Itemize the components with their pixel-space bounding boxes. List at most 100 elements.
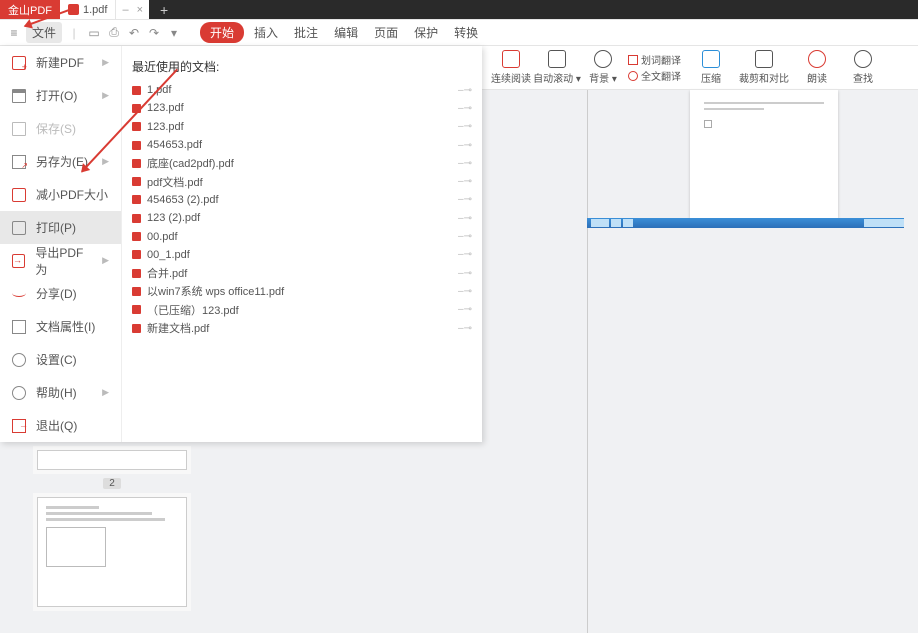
more-icon[interactable]: ▾ [166,26,182,40]
ico-exit-icon [12,419,26,433]
recent-document-5[interactable]: pdf文档.pdf –⊸ [132,172,472,190]
ico-reduce-icon [12,188,26,202]
pin-icon[interactable]: –⊸ [458,194,472,205]
file-menu-item-2[interactable]: 保存(S) [0,112,121,145]
ribbon-auto-scroll[interactable]: 自动滚动 ▾ [536,50,578,85]
recent-document-10[interactable]: 合并.pdf–⊸ [132,264,472,282]
new-tab-button[interactable]: + [149,0,179,19]
pin-icon[interactable]: –⊸ [458,323,472,334]
file-menu-item-label: 打开(O) [36,87,77,104]
chevron-right-icon: ▶ [102,255,109,266]
recent-document-13[interactable]: 新建文档.pdf–⊸ [132,319,472,337]
ico-saveas-icon [12,155,26,169]
menu-protect[interactable]: 保护 [408,22,444,43]
compress-icon [702,50,720,68]
pin-icon[interactable]: –⊸ [458,158,472,169]
recent-documents-title: 最近使用的文档: [132,58,472,75]
recent-document-2[interactable]: 123.pdf–⊸ [132,118,472,136]
file-menu-item-label: 打印(P) [36,219,76,236]
file-menu-item-8[interactable]: 文档属性(I) [0,310,121,343]
menu-insert[interactable]: 插入 [248,22,284,43]
recent-document-name: 123 (2).pdf [147,212,200,224]
pin-icon[interactable]: –⊸ [458,176,472,187]
file-menu-item-5[interactable]: 打印(P) [0,211,121,244]
pin-icon[interactable]: –⊸ [458,286,472,297]
ico-export-icon [12,254,25,268]
file-menu-item-label: 设置(C) [36,351,77,368]
recent-document-name: 以win7系统 wps office11.pdf [147,283,284,299]
recent-document-3[interactable]: 454653.pdf–⊸ [132,136,472,154]
recent-document-4[interactable]: 底座(cad2pdf).pdf–⊸ [132,154,472,172]
file-menu-item-11[interactable]: 退出(Q) [0,409,121,442]
recent-document-9[interactable]: 00_1.pdf–⊸ [132,246,472,264]
ribbon-find[interactable]: 查找 [842,50,884,85]
file-menu-item-label: 新建PDF [36,54,84,71]
menu-page[interactable]: 页面 [368,22,404,43]
pdf-dot-icon [132,324,141,333]
file-menu-item-label: 帮助(H) [36,384,77,401]
recent-document-6[interactable]: 454653 (2).pdf–⊸ [132,191,472,209]
word-translate-icon [628,55,638,65]
file-menu-item-7[interactable]: 分享(D) [0,277,121,310]
thumbnail-page-2[interactable] [37,497,187,607]
file-menu-item-label: 分享(D) [36,285,77,302]
ribbon-compress[interactable]: 压缩 [690,50,732,85]
undo-icon[interactable]: ↶ [126,26,142,40]
recent-document-1[interactable]: 123.pdf–⊸ [132,99,472,117]
file-menu-item-4[interactable]: 减小PDF大小 [0,178,121,211]
ribbon-word-translate[interactable]: 划词翻译 [628,52,686,67]
pin-icon[interactable]: –⊸ [458,249,472,260]
pin-icon[interactable]: –⊸ [458,85,472,96]
thumbnail-page-1[interactable] [37,450,187,470]
pin-icon[interactable]: –⊸ [458,121,472,132]
titlebar-dark-area [179,0,918,19]
crop-icon [755,50,773,68]
ico-new-icon [12,56,26,70]
pin-icon[interactable]: –⊸ [458,140,472,151]
close-button[interactable]: × [137,4,143,16]
minimize-button[interactable]: – [122,4,128,16]
menu-edit[interactable]: 编辑 [328,22,364,43]
auto-scroll-icon [548,50,566,68]
recent-documents-panel: 最近使用的文档: 1.pdf–⊸123.pdf–⊸123.pdf–⊸454653… [122,46,482,442]
file-menu-item-1[interactable]: 打开(O)▶ [0,79,121,112]
pdf-dot-icon [132,177,141,186]
menu-convert[interactable]: 转换 [448,22,484,43]
speak-icon [808,50,826,68]
pin-icon[interactable]: –⊸ [458,268,472,279]
recent-document-8[interactable]: 00.pdf –⊸ [132,227,472,245]
pin-icon[interactable]: –⊸ [458,213,472,224]
recent-document-12[interactable]: （已压缩）123.pdf–⊸ [132,301,472,319]
recent-document-0[interactable]: 1.pdf–⊸ [132,81,472,99]
recent-document-name: pdf文档.pdf [147,174,203,190]
pdf-dot-icon [132,195,141,204]
file-menu-item-10[interactable]: 帮助(H)▶ [0,376,121,409]
print-icon[interactable]: ⎙ [106,25,122,40]
ico-save-icon [12,122,26,136]
vertical-scrollbar[interactable] [904,90,918,633]
ribbon-background[interactable]: 背景 ▾ [582,50,624,85]
title-bar: 金山PDF 1.pdf – × + [0,0,918,20]
redo-icon[interactable]: ↷ [146,26,162,40]
recent-document-7[interactable]: 123 (2).pdf –⊸ [132,209,472,227]
file-menu-item-label: 文档属性(I) [36,318,95,335]
ribbon-crop-compare[interactable]: 裁剪和对比 [736,50,792,85]
background-icon [594,50,612,68]
recent-document-11[interactable]: 以win7系统 wps office11.pdf –⊸ [132,282,472,300]
file-menu-item-0[interactable]: 新建PDF▶ [0,46,121,79]
pdf-dot-icon [132,141,141,150]
file-menu-item-6[interactable]: 导出PDF为▶ [0,244,121,277]
pin-icon[interactable]: –⊸ [458,231,472,242]
pin-icon[interactable]: –⊸ [458,103,472,114]
pin-icon[interactable]: –⊸ [458,304,472,315]
ribbon-speak[interactable]: 朗读 [796,50,838,85]
file-menu-item-9[interactable]: 设置(C) [0,343,121,376]
ribbon-full-translate[interactable]: 全文翻译 [628,68,686,83]
menu-annotate[interactable]: 批注 [288,22,324,43]
menu-start[interactable]: 开始 [200,22,244,43]
ribbon-continuous-read[interactable]: 连续阅读 [490,50,532,85]
open-icon[interactable]: ▭ [86,26,102,40]
ico-print-icon [12,221,26,235]
pdf-dot-icon [132,287,141,296]
recent-document-name: 00.pdf [147,231,178,243]
